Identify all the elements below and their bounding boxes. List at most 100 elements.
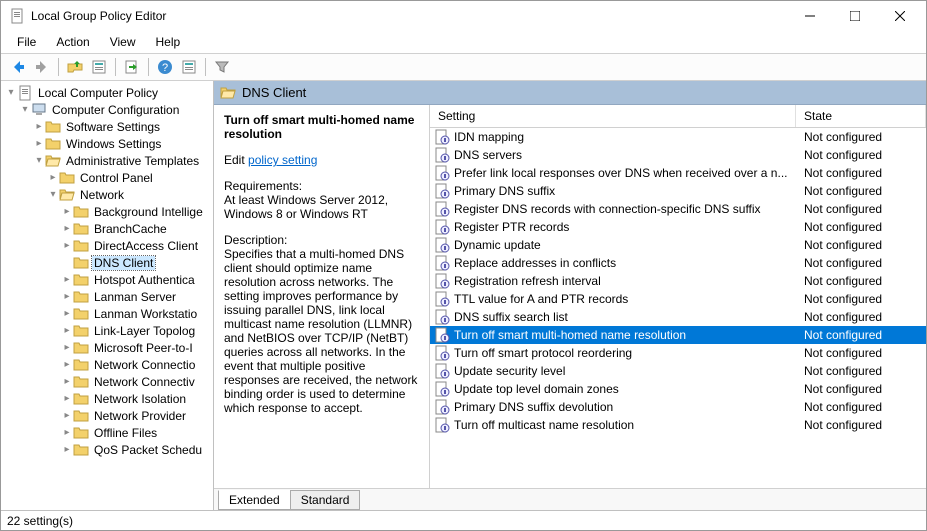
tree-expander-icon[interactable]: ▸: [61, 376, 73, 387]
tree-expander-icon[interactable]: ▸: [61, 291, 73, 302]
toolbar: [1, 53, 926, 81]
tree-expander-icon[interactable]: ▸: [47, 172, 59, 183]
tree-expander-icon[interactable]: ▸: [61, 444, 73, 455]
tree-expander-icon[interactable]: ▾: [33, 155, 45, 166]
column-setting[interactable]: Setting: [430, 105, 796, 127]
tree-expander-icon[interactable]: ▸: [61, 223, 73, 234]
setting-row[interactable]: Turn off smart protocol reorderingNot co…: [430, 344, 926, 362]
tree-expander-icon[interactable]: ▸: [61, 274, 73, 285]
tree-label: BranchCache: [92, 222, 169, 236]
tree-label: Network Provider: [92, 409, 188, 423]
tree-item[interactable]: DNS Client: [1, 254, 213, 271]
setting-row[interactable]: Replace addresses in conflictsNot config…: [430, 254, 926, 272]
properties-button[interactable]: [178, 56, 200, 78]
tree-network[interactable]: ▾Network: [1, 186, 213, 203]
setting-state: Not configured: [804, 418, 926, 432]
tree-item[interactable]: ▸Network Isolation: [1, 390, 213, 407]
setting-name: Registration refresh interval: [454, 274, 804, 288]
tree-expander-icon[interactable]: ▸: [61, 427, 73, 438]
setting-row[interactable]: DNS serversNot configured: [430, 146, 926, 164]
setting-row[interactable]: Update security levelNot configured: [430, 362, 926, 380]
menu-view[interactable]: View: [100, 33, 146, 51]
tree-item[interactable]: ▸ Network Provider: [1, 407, 213, 424]
folder-icon: [73, 204, 89, 220]
tree-expander-icon[interactable]: ▸: [61, 342, 73, 353]
tree-item[interactable]: ▸Background Intellige: [1, 203, 213, 220]
edit-policy-link[interactable]: policy setting: [248, 153, 317, 167]
help-button[interactable]: [154, 56, 176, 78]
edit-prefix: Edit: [224, 153, 245, 167]
setting-row[interactable]: Turn off multicast name resolutionNot co…: [430, 416, 926, 434]
tree-item[interactable]: ▸ BranchCache: [1, 220, 213, 237]
tab-standard[interactable]: Standard: [290, 490, 361, 510]
folder-icon: [73, 442, 89, 458]
setting-row[interactable]: IDN mappingNot configured: [430, 128, 926, 146]
tree-label: Lanman Server: [92, 290, 178, 304]
setting-row[interactable]: Prefer link local responses over DNS whe…: [430, 164, 926, 182]
setting-row[interactable]: Turn off smart multi-homed name resoluti…: [430, 326, 926, 344]
tree-expander-icon[interactable]: ▸: [61, 410, 73, 421]
tree-pane[interactable]: ▾Local Computer Policy▾Computer Configur…: [1, 81, 214, 510]
tree-root[interactable]: ▾Local Computer Policy: [1, 84, 213, 101]
description-heading: Description:: [224, 233, 419, 247]
tree-expander-icon[interactable]: ▾: [47, 189, 59, 200]
tree-item[interactable]: ▸Offline Files: [1, 424, 213, 441]
back-button[interactable]: [7, 56, 29, 78]
menu-help[interactable]: Help: [146, 33, 191, 51]
setting-row[interactable]: Register PTR recordsNot configured: [430, 218, 926, 236]
close-button[interactable]: [877, 2, 922, 30]
minimize-button[interactable]: [787, 2, 832, 30]
maximize-button[interactable]: [832, 2, 877, 30]
setting-row[interactable]: Registration refresh intervalNot configu…: [430, 272, 926, 290]
tree-item[interactable]: ▸Link-Layer Topolog: [1, 322, 213, 339]
setting-row[interactable]: Primary DNS suffix devolutionNot configu…: [430, 398, 926, 416]
tree-label: DirectAccess Client: [92, 239, 200, 253]
tree-expander-icon[interactable]: ▸: [61, 206, 73, 217]
policy-icon: [434, 345, 450, 361]
setting-row[interactable]: Dynamic updateNot configured: [430, 236, 926, 254]
menu-file[interactable]: File: [7, 33, 46, 51]
setting-row[interactable]: Register DNS records with connection-spe…: [430, 200, 926, 218]
column-state[interactable]: State: [796, 105, 926, 127]
tree-item[interactable]: ▸ Lanman Server: [1, 288, 213, 305]
tree-expander-icon[interactable]: ▾: [5, 87, 17, 98]
filter-button[interactable]: [211, 56, 233, 78]
forward-button[interactable]: [31, 56, 53, 78]
setting-row[interactable]: Update top level domain zonesNot configu…: [430, 380, 926, 398]
statusbar: 22 setting(s): [1, 510, 926, 530]
tree-expander-icon[interactable]: ▸: [61, 240, 73, 251]
setting-row[interactable]: DNS suffix search listNot configured: [430, 308, 926, 326]
menu-action[interactable]: Action: [46, 33, 99, 51]
tree-item[interactable]: ▸Lanman Workstatio: [1, 305, 213, 322]
setting-row[interactable]: Primary DNS suffixNot configured: [430, 182, 926, 200]
tree-control-panel[interactable]: ▸Control Panel: [1, 169, 213, 186]
tree-windows-settings[interactable]: ▸ Windows Settings: [1, 135, 213, 152]
settings-list[interactable]: IDN mappingNot configuredDNS serversNot …: [430, 128, 926, 488]
tree-expander-icon[interactable]: ▸: [33, 138, 45, 149]
tree-expander-icon[interactable]: ▸: [61, 308, 73, 319]
tree-item[interactable]: ▸QoS Packet Schedu: [1, 441, 213, 458]
tree-item[interactable]: ▸Network Connectiv: [1, 373, 213, 390]
tree-item[interactable]: ▸ DirectAccess Client: [1, 237, 213, 254]
tree-item[interactable]: ▸Network Connectio: [1, 356, 213, 373]
tree-expander-icon[interactable]: ▸: [61, 393, 73, 404]
tree-item[interactable]: ▸Microsoft Peer-to-I: [1, 339, 213, 356]
setting-state: Not configured: [804, 202, 926, 216]
tree-expander-icon[interactable]: ▸: [33, 121, 45, 132]
setting-state: Not configured: [804, 148, 926, 162]
tree-label: Windows Settings: [64, 137, 163, 151]
tab-extended[interactable]: Extended: [218, 490, 291, 510]
show-hide-tree-button[interactable]: [88, 56, 110, 78]
tree-software-settings[interactable]: ▸Software Settings: [1, 118, 213, 135]
tree-expander-icon[interactable]: ▾: [19, 104, 31, 115]
setting-state: Not configured: [804, 310, 926, 324]
setting-state: Not configured: [804, 256, 926, 270]
tree-item[interactable]: ▸Hotspot Authentica: [1, 271, 213, 288]
export-button[interactable]: [121, 56, 143, 78]
setting-row[interactable]: TTL value for A and PTR recordsNot confi…: [430, 290, 926, 308]
tree-administrative-templates[interactable]: ▾Administrative Templates: [1, 152, 213, 169]
tree-computer-configuration[interactable]: ▾Computer Configuration: [1, 101, 213, 118]
tree-expander-icon[interactable]: ▸: [61, 359, 73, 370]
tree-expander-icon[interactable]: ▸: [61, 325, 73, 336]
up-button[interactable]: [64, 56, 86, 78]
